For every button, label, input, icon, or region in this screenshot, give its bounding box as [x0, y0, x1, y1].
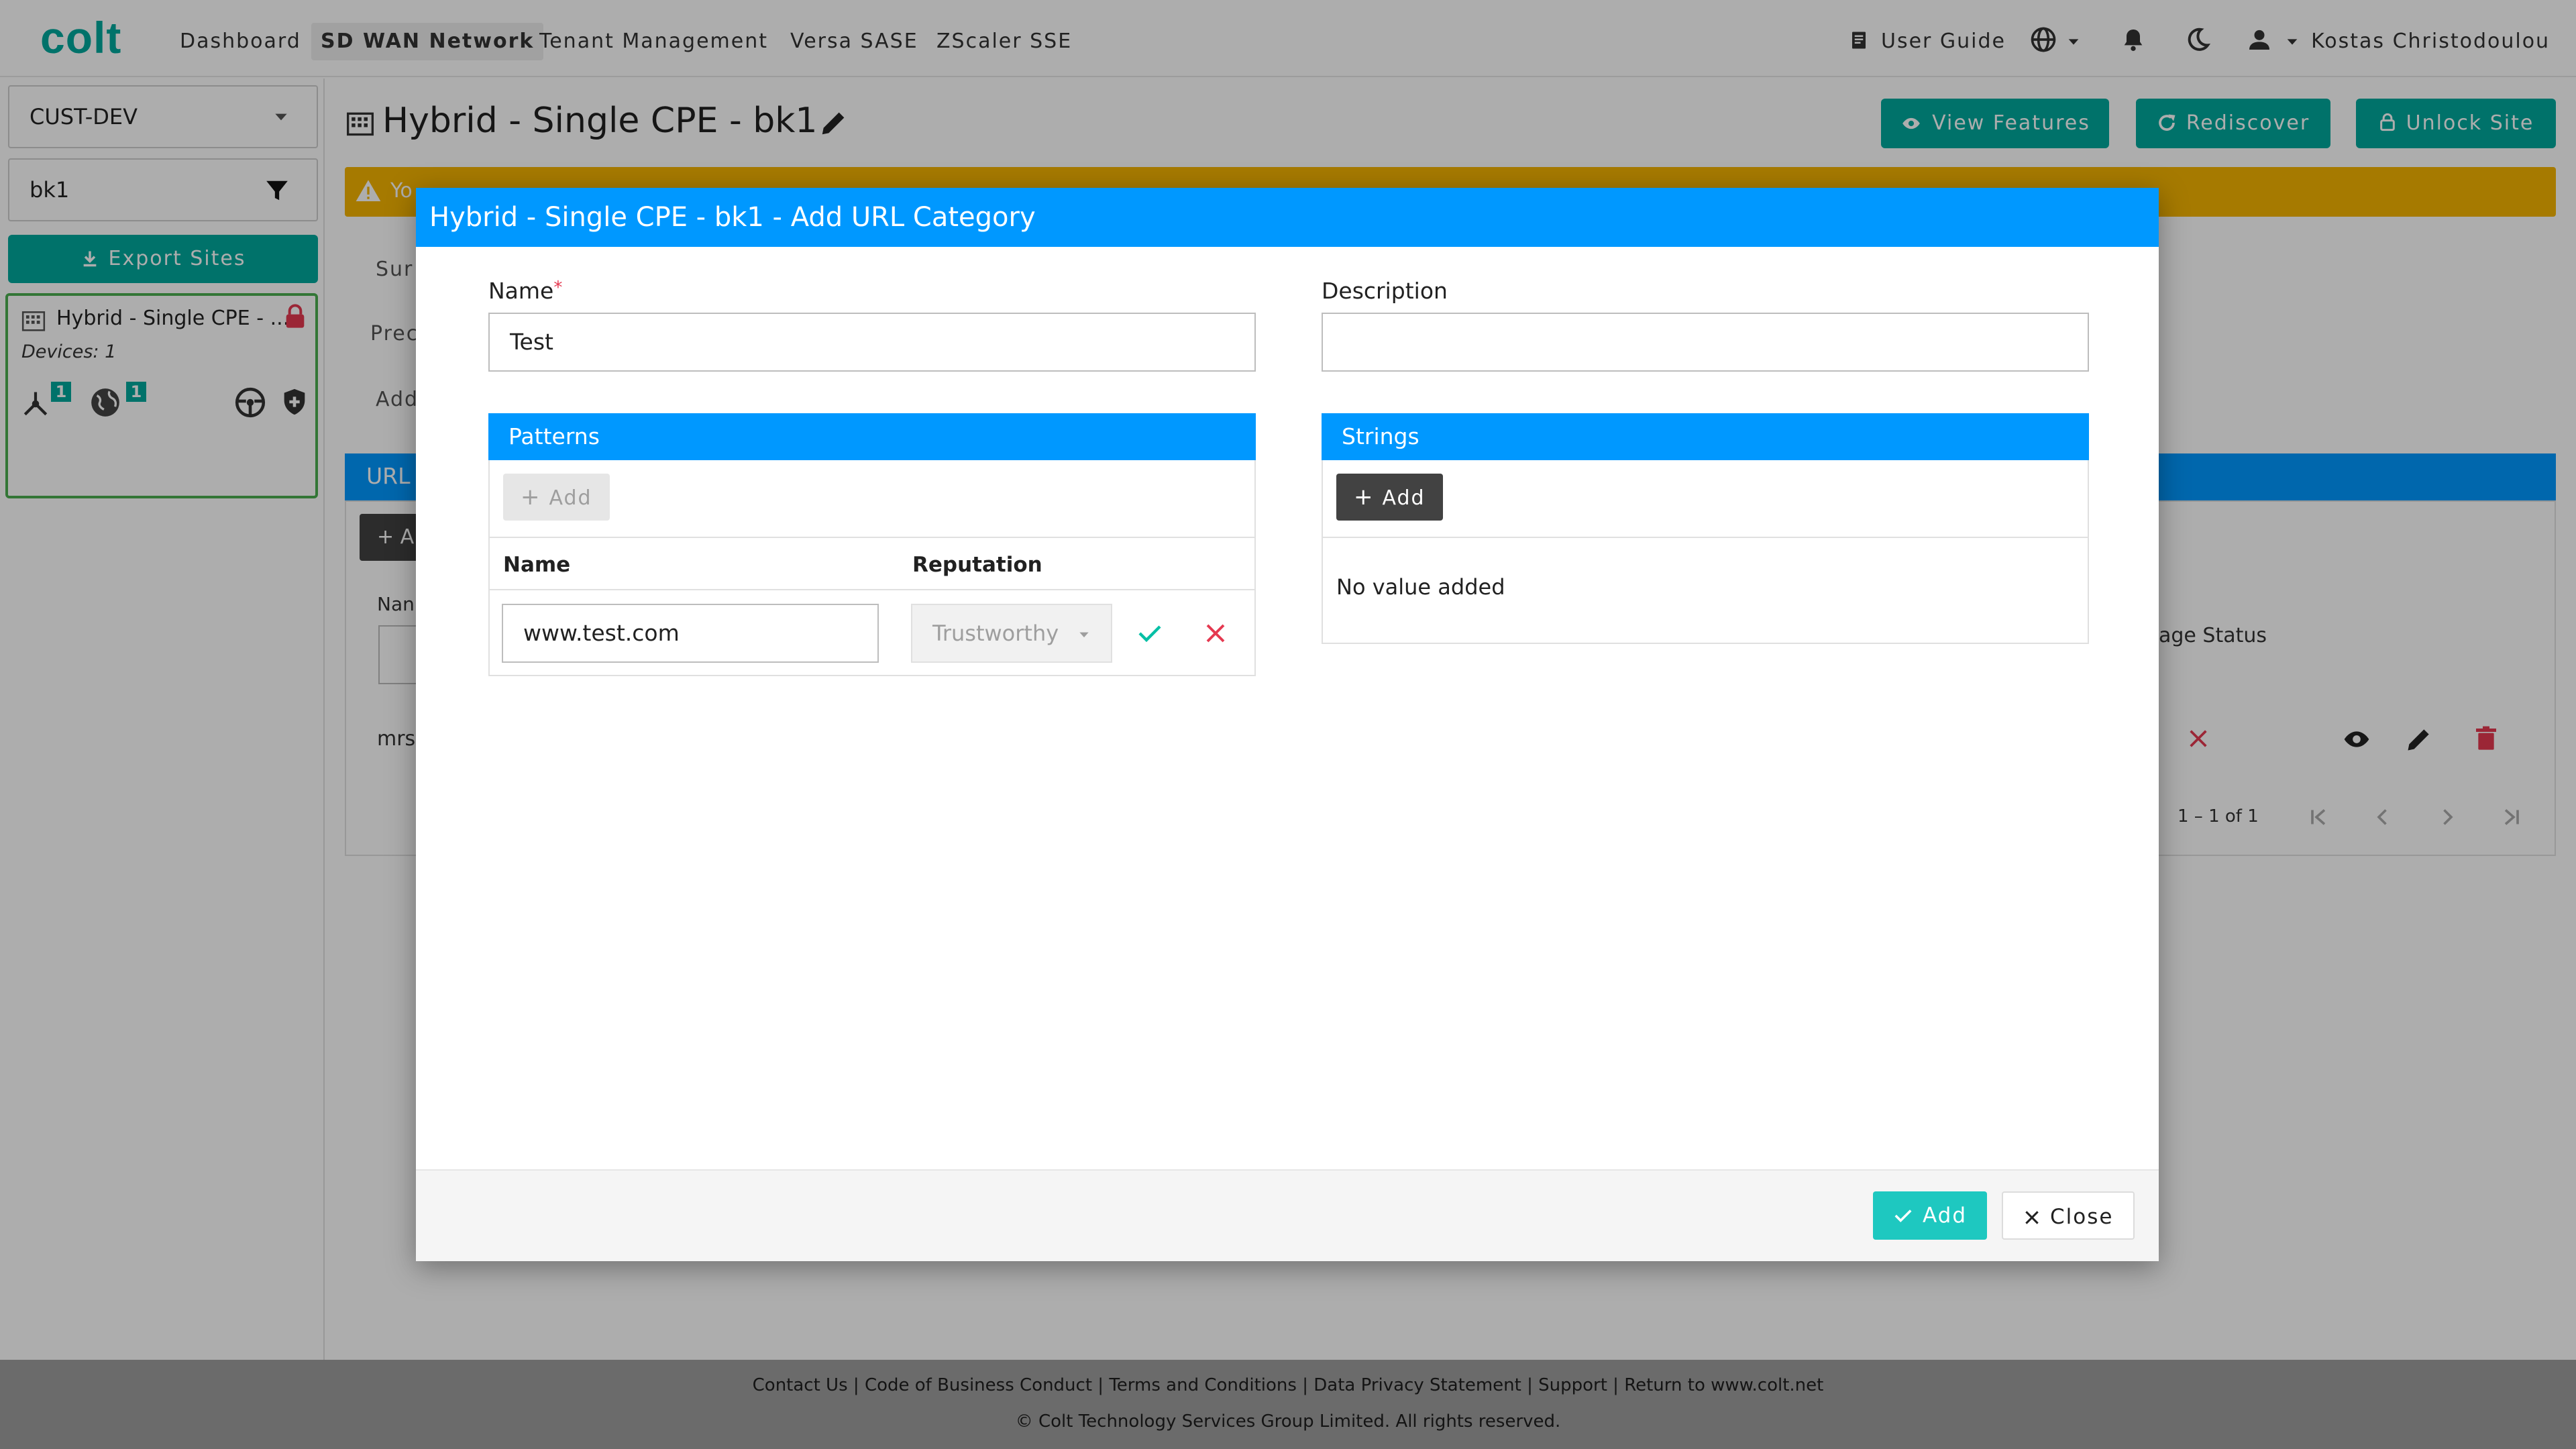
strings-add-button[interactable]: + Add [1336, 474, 1443, 521]
patterns-add-button[interactable]: + Add [503, 474, 610, 521]
name-input[interactable]: Test [488, 313, 1256, 372]
name-label: Name* [488, 278, 562, 304]
patterns-panel: Patterns + Add Name Reputation www.test.c… [488, 413, 1256, 676]
close-icon [2025, 1211, 2039, 1224]
caret-down-icon [1079, 632, 1089, 638]
add-url-category-dialog: Hybrid - Single CPE - bk1 - Add URL Cate… [416, 188, 2159, 1261]
strings-empty-text: No value added [1336, 574, 1505, 600]
reputation-select[interactable]: Trustworthy [911, 604, 1112, 663]
patterns-divider [490, 537, 1254, 538]
check-icon [1894, 1210, 1912, 1222]
dialog-close-label: Close [2050, 1205, 2114, 1229]
check-icon[interactable] [1136, 620, 1163, 647]
dialog-close-button[interactable]: Close [2002, 1191, 2135, 1240]
required-marker: * [553, 278, 563, 298]
plus-icon: + [521, 484, 541, 511]
patterns-header: Patterns [488, 413, 1256, 460]
patterns-col-reputation: Reputation [912, 553, 1042, 577]
dialog-add-label: Add [1923, 1203, 1968, 1228]
description-input[interactable] [1322, 313, 2089, 372]
strings-divider [1323, 537, 2088, 538]
reputation-value: Trustworthy [932, 621, 1059, 646]
name-label-text: Name [488, 278, 554, 304]
plus-icon: + [1354, 484, 1375, 511]
strings-add-label: Add [1382, 486, 1426, 510]
description-label: Description [1322, 278, 1448, 304]
strings-header: Strings [1322, 413, 2089, 460]
pattern-name-input[interactable]: www.test.com [502, 604, 879, 663]
patterns-add-label: Add [549, 486, 592, 510]
strings-panel: Strings + Add No value added [1322, 413, 2089, 644]
dialog-add-button[interactable]: Add [1873, 1191, 1988, 1240]
patterns-col-name: Name [503, 553, 571, 577]
dialog-title: Hybrid - Single CPE - bk1 - Add URL Cate… [416, 188, 2159, 247]
close-icon[interactable] [1203, 621, 1228, 645]
patterns-header-divider [490, 589, 1254, 590]
